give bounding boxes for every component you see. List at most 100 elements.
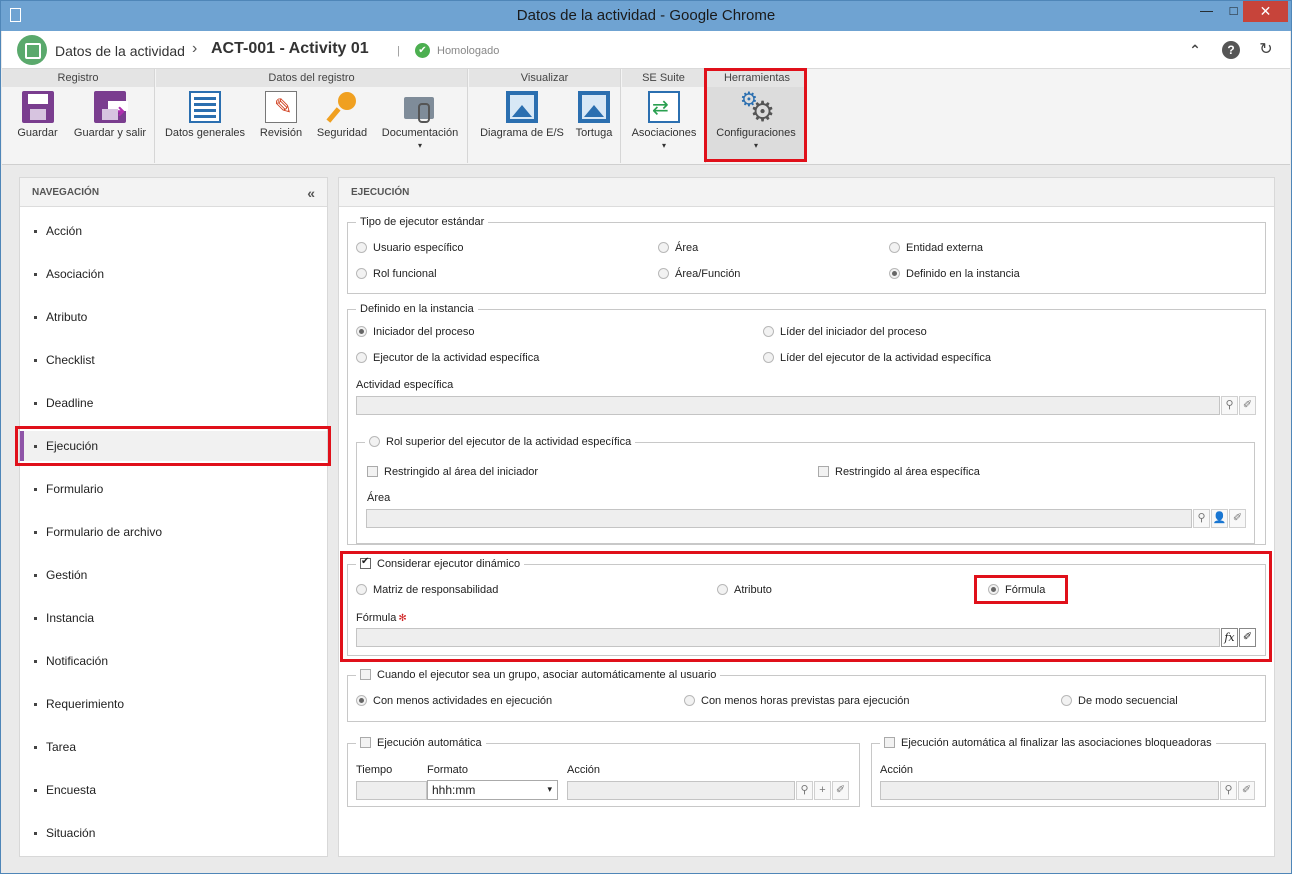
checkbox[interactable] xyxy=(360,737,371,748)
status-check-icon: ✔ xyxy=(415,43,430,58)
radio-button[interactable] xyxy=(369,436,380,447)
documentation-label: Documentación xyxy=(381,127,459,139)
radio-button[interactable] xyxy=(658,268,669,279)
option-rol-funcional[interactable]: Rol funcional xyxy=(356,268,437,280)
nav-item-situacion[interactable]: Situación xyxy=(20,818,327,848)
ribbon-group-suite: SE Suite Asociaciones ▾ xyxy=(622,69,706,163)
refresh-icon[interactable]: ↻ xyxy=(1257,41,1275,59)
folder-clip-icon xyxy=(404,91,436,123)
time-field-label: Tiempo xyxy=(356,764,393,776)
option-label: Con menos actividades en ejecución xyxy=(373,695,553,707)
save-label: Guardar xyxy=(17,127,58,139)
search-icon[interactable]: ⚲ xyxy=(1221,396,1238,415)
collapse-up-icon[interactable]: ⌃ xyxy=(1186,41,1204,59)
nav-item-formulario[interactable]: Formulario xyxy=(20,474,327,504)
help-icon[interactable]: ? xyxy=(1222,41,1240,59)
minimize-button[interactable]: — xyxy=(1193,1,1220,22)
nav-item-atributo[interactable]: Atributo xyxy=(20,302,327,332)
general-data-button[interactable]: Datos generales xyxy=(161,91,249,139)
highlight-dynamic-executor xyxy=(340,551,1272,662)
clear-icon[interactable]: ✐ xyxy=(1239,396,1256,415)
documentation-button[interactable]: Documentación ▾ xyxy=(378,91,462,150)
nav-item-formulario-archivo[interactable]: Formulario de archivo xyxy=(20,517,327,547)
time-input[interactable] xyxy=(356,781,427,800)
option-lider-iniciador[interactable]: Líder del iniciador del proceso xyxy=(763,326,927,338)
action-input[interactable] xyxy=(567,781,795,800)
radio-button[interactable] xyxy=(356,695,367,706)
save-and-exit-button[interactable]: Guardar y salir xyxy=(70,91,150,139)
option-area[interactable]: Área xyxy=(658,242,698,254)
nav-item-checklist[interactable]: Checklist xyxy=(20,345,327,375)
activity-input[interactable] xyxy=(356,396,1220,415)
checkbox[interactable] xyxy=(367,466,378,477)
clear-icon[interactable]: ✐ xyxy=(1238,781,1255,800)
restricted-initiator-checkbox[interactable]: Restringido al área del iniciador xyxy=(367,466,538,478)
nav-item-accion[interactable]: Acción xyxy=(20,216,327,246)
nav-item-requerimiento[interactable]: Requerimiento xyxy=(20,689,327,719)
io-diagram-button[interactable]: Diagrama de E/S xyxy=(475,91,569,139)
option-definido-instancia[interactable]: Definido en la instancia xyxy=(889,268,1020,280)
search-icon[interactable]: ⚲ xyxy=(1193,509,1210,528)
option-ejecutor-actividad[interactable]: Ejecutor de la actividad específica xyxy=(356,352,539,364)
general-data-label: Datos generales xyxy=(164,127,246,139)
user-icon[interactable]: 👤 xyxy=(1211,509,1228,528)
radio-button[interactable] xyxy=(356,242,367,253)
security-button[interactable]: Seguridad xyxy=(312,91,372,139)
option-secuencial[interactable]: De modo secuencial xyxy=(1061,695,1178,707)
close-button[interactable]: ✕ xyxy=(1243,1,1288,22)
nav-item-notificacion[interactable]: Notificación xyxy=(20,646,327,676)
option-lider-ejecutor[interactable]: Líder del ejecutor de la actividad espec… xyxy=(763,352,991,364)
clear-icon[interactable]: ✐ xyxy=(1229,509,1246,528)
nav-item-deadline[interactable]: Deadline xyxy=(20,388,327,418)
radio-button[interactable] xyxy=(684,695,695,706)
area-input[interactable] xyxy=(366,509,1192,528)
option-menos-actividades[interactable]: Con menos actividades en ejecución xyxy=(356,695,552,707)
save-exit-icon xyxy=(94,91,128,123)
blocking-action-input[interactable] xyxy=(880,781,1219,800)
radio-button[interactable] xyxy=(889,268,900,279)
radio-button[interactable] xyxy=(889,242,900,253)
nav-item-encuesta[interactable]: Encuesta xyxy=(20,775,327,805)
checkbox[interactable] xyxy=(884,737,895,748)
radio-button[interactable] xyxy=(356,268,367,279)
option-label: Área/Función xyxy=(675,268,741,280)
radio-button[interactable] xyxy=(356,352,367,363)
option-entidad-externa[interactable]: Entidad externa xyxy=(889,242,983,254)
save-button[interactable]: Guardar xyxy=(10,91,65,139)
radio-button[interactable] xyxy=(763,352,774,363)
revision-button[interactable]: Revisión xyxy=(254,91,308,139)
nav-item-instancia[interactable]: Instancia xyxy=(20,603,327,633)
add-icon[interactable]: + xyxy=(814,781,831,800)
ribbon-toolbar: Registro Guardar Guardar y salir Datos d… xyxy=(2,69,1290,165)
search-icon[interactable]: ⚲ xyxy=(796,781,813,800)
option-area-funcion[interactable]: Área/Función xyxy=(658,268,740,280)
radio-button[interactable] xyxy=(658,242,669,253)
format-select[interactable]: hhh:mm ▾ xyxy=(427,780,558,800)
option-menos-horas[interactable]: Con menos horas previstas para ejecución xyxy=(684,695,910,707)
search-icon[interactable]: ⚲ xyxy=(1220,781,1237,800)
area-field-label: Área xyxy=(367,492,391,504)
radio-button[interactable] xyxy=(356,326,367,337)
checkbox[interactable] xyxy=(818,466,829,477)
chevron-down-icon: ▾ xyxy=(417,141,422,150)
restricted-specific-checkbox[interactable]: Restringido al área específica xyxy=(818,466,980,478)
option-iniciador[interactable]: Iniciador del proceso xyxy=(356,326,475,338)
instance-defined-fieldset: Definido en la instancia Iniciador del p… xyxy=(347,303,1266,545)
activity-field-label: Actividad específica xyxy=(356,379,454,391)
checkbox[interactable] xyxy=(360,669,371,680)
associations-button[interactable]: Asociaciones ▾ xyxy=(628,91,700,150)
clear-icon[interactable]: ✐ xyxy=(832,781,849,800)
turtle-button[interactable]: Tortuga xyxy=(571,91,617,139)
nav-item-asociacion[interactable]: Asociación xyxy=(20,259,327,289)
nav-item-tarea[interactable]: Tarea xyxy=(20,732,327,762)
radio-button[interactable] xyxy=(763,326,774,337)
radio-button[interactable] xyxy=(1061,695,1072,706)
revision-icon xyxy=(265,91,297,123)
fieldset-legend: Ejecución automática xyxy=(356,737,486,749)
turtle-label: Tortuga xyxy=(575,127,613,139)
collapse-panel-icon[interactable]: « xyxy=(307,185,315,201)
nav-item-gestion[interactable]: Gestión xyxy=(20,560,327,590)
header-divider: | xyxy=(397,45,400,57)
option-usuario-especifico[interactable]: Usuario específico xyxy=(356,242,464,254)
execution-panel: EJECUCIÓN Tipo de ejecutor estándar Usua… xyxy=(338,177,1275,857)
